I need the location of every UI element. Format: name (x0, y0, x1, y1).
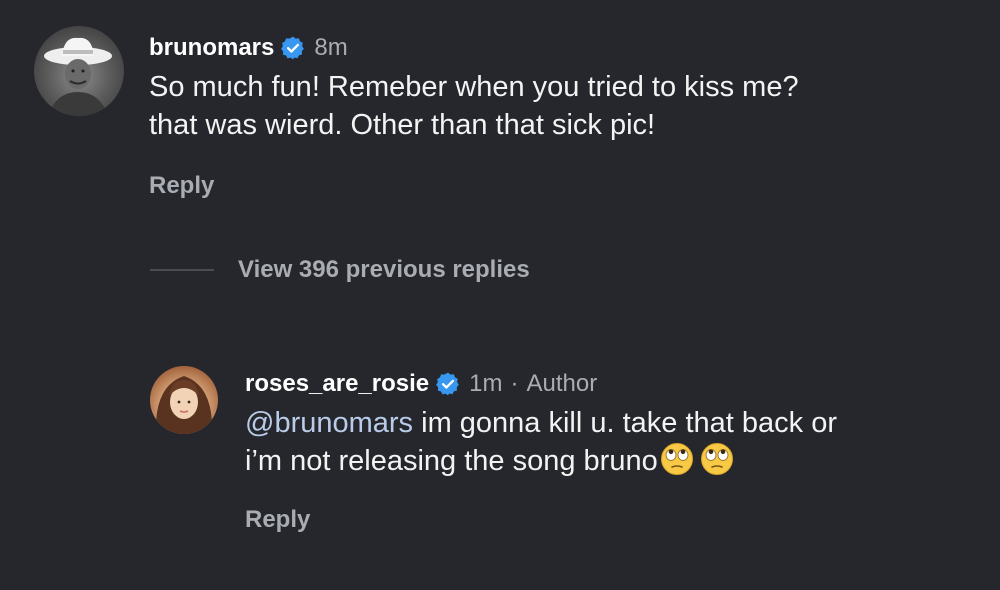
username[interactable]: roses_are_rosie (245, 370, 429, 398)
comment-header: brunomars 8m (149, 34, 799, 62)
eye-roll-emoji-icon (660, 442, 694, 476)
comment-body: roses_are_rosie 1m · Author @brunomars i… (245, 370, 837, 534)
avatar[interactable] (150, 366, 218, 434)
comment-text-segment: im gonna kill u. take that back or (413, 407, 838, 439)
comment-text: @brunomars im gonna kill u. take that ba… (245, 404, 837, 480)
timestamp: 1m (469, 370, 503, 397)
eye-roll-emoji-icon (700, 442, 734, 476)
comment-text: So much fun! Remeber when you tried to k… (149, 68, 799, 144)
divider (150, 269, 214, 271)
view-previous-replies[interactable]: View 396 previous replies (150, 256, 530, 284)
cowboy-hat-portrait-icon (44, 37, 112, 116)
username[interactable]: brunomars (149, 34, 274, 62)
timestamp: 8m (314, 34, 348, 61)
mention-link[interactable]: @brunomars (245, 407, 413, 439)
portrait-avatar-icon (155, 376, 213, 434)
comment-body: brunomars 8m So much fun! Remeber when y… (149, 34, 799, 200)
separator: · (510, 370, 519, 397)
comment-text-line: i’m not releasing the song bruno (245, 442, 837, 480)
avatar[interactable] (34, 26, 124, 116)
reply-button[interactable]: Reply (245, 506, 837, 534)
comment-text-line: So much fun! Remeber when you tried to k… (149, 71, 799, 103)
verified-badge-icon (435, 371, 461, 397)
view-replies-button[interactable]: View 396 previous replies (238, 256, 530, 284)
comment-text-line: @brunomars im gonna kill u. take that ba… (245, 404, 837, 442)
author-tag: Author (526, 370, 598, 397)
reply-button[interactable]: Reply (149, 172, 799, 200)
verified-badge-icon (280, 35, 306, 61)
comment-text-line: that was wierd. Other than that sick pic… (149, 109, 656, 141)
comment-header: roses_are_rosie 1m · Author (245, 370, 837, 398)
comment-text-segment: i’m not releasing the song bruno (245, 445, 658, 477)
